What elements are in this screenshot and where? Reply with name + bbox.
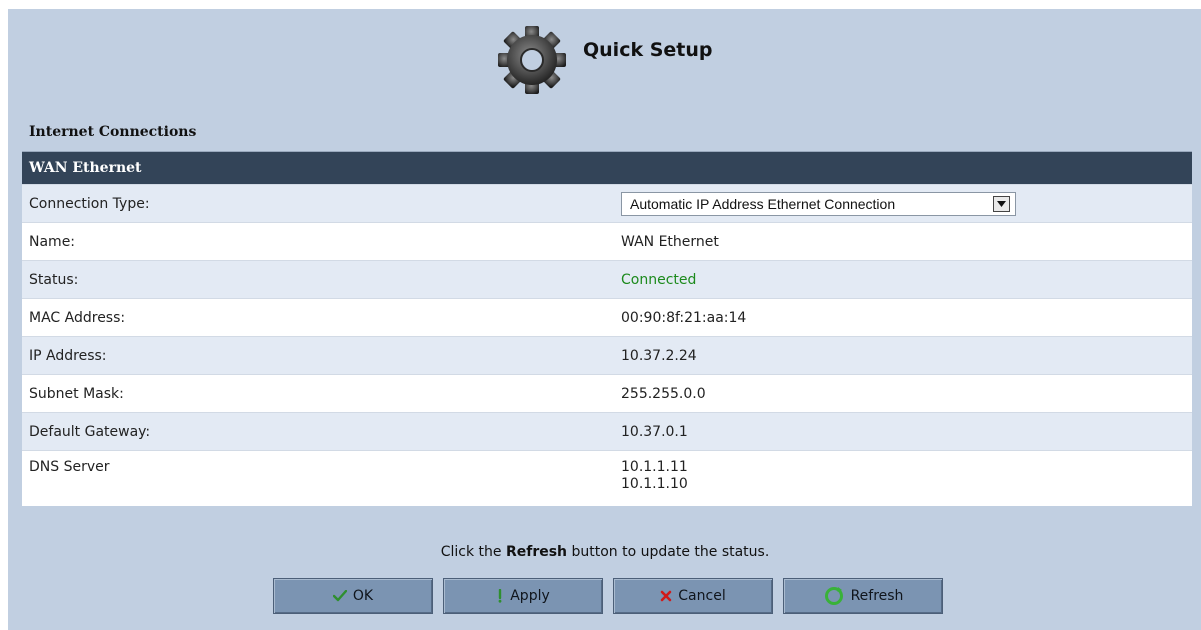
page-title: Quick Setup [583,39,713,61]
connection-type-label: Connection Type: [29,195,150,212]
chevron-down-icon[interactable] [993,195,1010,212]
apply-icon [496,589,504,603]
subnet-mask-label: Subnet Mask: [29,385,124,402]
ok-button-label: OK [352,588,374,604]
connection-type-select[interactable]: Automatic IP Address Ethernet Connection [621,191,1016,216]
row-default-gateway: Default Gateway: 10.37.0.1 [22,412,1192,450]
check-icon [332,590,347,602]
status-label: Status: [29,271,79,288]
hint-prefix: Click the [440,544,506,560]
row-ip-address: IP Address: 10.37.2.24 [22,336,1192,374]
dns-server-values: 10.1.1.11 10.1.1.10 [621,459,1192,493]
refresh-icon [823,585,845,607]
row-dns-server: DNS Server 10.1.1.11 10.1.1.10 [22,450,1192,506]
name-label: Name: [29,233,76,250]
ok-button[interactable]: OK [273,578,433,614]
dns-server-secondary: 10.1.1.10 [621,476,688,492]
page-header: Quick Setup [8,9,1201,101]
cancel-button-label: Cancel [678,588,726,604]
apply-button-label: Apply [510,588,550,604]
ip-address-label: IP Address: [29,347,107,364]
hint-suffix: button to update the status. [567,544,770,560]
refresh-button-label: Refresh [850,588,904,604]
refresh-button[interactable]: Refresh [783,578,943,614]
section-title: Internet Connections [29,124,197,140]
row-subnet-mask: Subnet Mask: 255.255.0.0 [22,374,1192,412]
connection-type-value: Automatic IP Address Ethernet Connection [630,195,896,212]
quick-setup-panel: Quick Setup Internet Connections WAN Eth… [8,9,1201,630]
dns-server-label: DNS Server [29,459,110,475]
default-gateway-value: 10.37.0.1 [621,423,688,440]
row-name: Name: WAN Ethernet [22,222,1192,260]
wan-ethernet-table: WAN Ethernet Connection Type: Automatic … [22,151,1192,506]
row-status: Status: Connected [22,260,1192,298]
apply-button[interactable]: Apply [443,578,603,614]
default-gateway-label: Default Gateway: [29,423,151,440]
row-mac-address: MAC Address: 00:90:8f:21:aa:14 [22,298,1192,336]
subnet-mask-value: 255.255.0.0 [621,385,706,402]
dns-server-primary: 10.1.1.11 [621,459,688,475]
status-value: Connected [621,271,697,288]
hint-bold: Refresh [505,544,568,560]
name-value: WAN Ethernet [621,233,719,250]
row-connection-type: Connection Type: Automatic IP Address Et… [22,184,1192,222]
table-heading: WAN Ethernet [22,152,1192,184]
close-icon [660,590,672,602]
mac-address-value: 00:90:8f:21:aa:14 [621,309,747,326]
mac-address-label: MAC Address: [29,309,126,326]
cancel-button[interactable]: Cancel [613,578,773,614]
gear-icon [492,22,576,96]
ip-address-value: 10.37.2.24 [621,347,697,364]
refresh-hint: Click the Refresh button to update the s… [8,544,1201,560]
